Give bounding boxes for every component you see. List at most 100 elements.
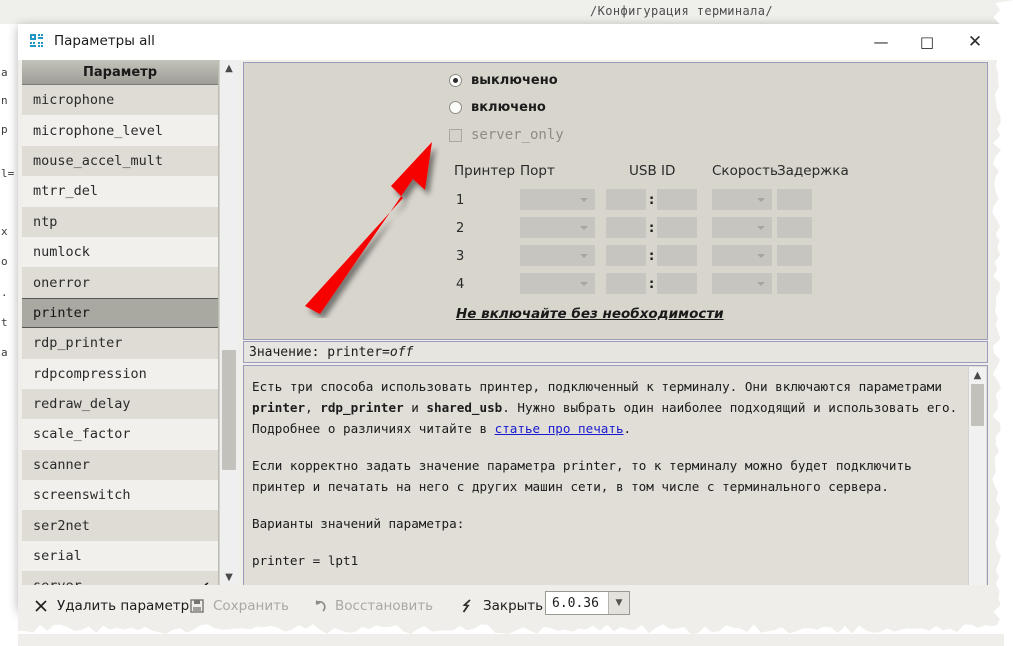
printer-speed-select[interactable] [712, 189, 772, 210]
value-prefix: Значение: printer= [249, 345, 390, 360]
printer-speed-select[interactable] [712, 273, 772, 294]
parameter-list-item-label: microphone_level [33, 123, 163, 139]
chevron-down-icon[interactable]: ▼ [220, 569, 238, 585]
delete-parameter-button[interactable]: Удалить параметр [32, 595, 189, 617]
exit-arrow-icon [458, 597, 476, 615]
close-button[interactable]: Закрыть [458, 595, 543, 617]
desc-p1-b2: , [305, 400, 320, 415]
dialog-titlebar[interactable]: Параметры all — □ ✕ [18, 24, 1004, 61]
parameter-list-item-label: onerror [33, 275, 90, 291]
parameter-list-item[interactable]: rdpcompression [22, 359, 218, 389]
background-window-title: /Конфигурация терминала/ [590, 4, 773, 18]
table-header-port: Порт [520, 163, 555, 179]
parameter-list-item-label: numlock [33, 244, 90, 260]
usb-vendor-input[interactable] [606, 245, 646, 266]
usb-product-input[interactable] [657, 189, 697, 210]
printer-delay-input[interactable] [777, 217, 812, 238]
radio-icon-off[interactable] [449, 74, 462, 87]
usb-id-separator: : [649, 249, 654, 264]
parameter-list-header: Параметр [22, 60, 218, 85]
parameter-list-item[interactable]: redraw_delay [22, 389, 218, 419]
parameter-list-item[interactable]: microphone_level [22, 115, 218, 145]
parameter-list-item-label: rdp_printer [33, 335, 122, 351]
parameter-list-item[interactable]: printer [22, 298, 218, 328]
scrollbar-thumb[interactable] [971, 384, 984, 426]
parameter-list-item[interactable]: ser2net [22, 510, 218, 540]
description-scrollbar[interactable]: ▲ ▼ [968, 367, 986, 602]
warning-link[interactable]: Не включайте без необходимости [456, 306, 724, 322]
description-paragraph-4: printer = lpt1 [252, 550, 964, 571]
scrollbar-thumb[interactable] [222, 350, 236, 470]
desc-p1-a: Есть три способа использовать принтер, п… [252, 379, 942, 394]
chevron-up-icon[interactable]: ▲ [220, 60, 238, 76]
parameter-list-item[interactable]: serial [22, 541, 218, 571]
printer-port-select[interactable] [520, 273, 595, 294]
parameter-list-item-label: redraw_delay [33, 396, 131, 412]
description-box: Есть три способа использовать принтер, п… [243, 365, 988, 602]
usb-product-input[interactable] [657, 273, 697, 294]
dialog-title: Параметры all [54, 33, 155, 49]
desc-p1-b3: rdp_printer [320, 400, 403, 415]
restore-label: Восстановить [335, 598, 433, 614]
restore-button[interactable]: Восстановить [310, 595, 433, 617]
table-header-usbid: USB ID [629, 163, 675, 179]
printer-port-select[interactable] [520, 245, 595, 266]
parameter-list-item[interactable]: onerror [22, 267, 218, 297]
radio-label-on: включено [471, 100, 546, 115]
parameter-list-item[interactable]: rdp_printer [22, 328, 218, 358]
printer-port-select[interactable] [520, 217, 595, 238]
printer-delay-input[interactable] [777, 245, 812, 266]
maximize-button[interactable]: □ [904, 24, 950, 60]
value-current: off [390, 345, 413, 360]
radio-icon-on[interactable] [449, 101, 462, 114]
minimize-button[interactable]: — [858, 24, 904, 60]
parameter-list-item-label: serial [33, 548, 82, 564]
version-select[interactable]: 6.0.36 ▼ [545, 591, 630, 615]
parameter-list-item[interactable]: mouse_accel_mult [22, 146, 218, 176]
bg-text-fragment: x [1, 225, 8, 238]
print-article-link[interactable]: статье про печать [495, 421, 624, 436]
bg-text-fragment: . [1, 286, 8, 299]
save-button[interactable]: Сохранить [188, 595, 289, 617]
description-paragraph-1: Есть три способа использовать принтер, п… [252, 376, 964, 439]
parameter-list-item[interactable]: screenswitch [22, 480, 218, 510]
printer-port-select[interactable] [520, 189, 595, 210]
parameter-detail-pane: выключено включено server_only Принтер П… [239, 60, 1004, 610]
chevron-up-icon[interactable]: ▲ [969, 367, 986, 383]
parameter-list-pane: Параметр microphone microphone_levelmouse… [22, 60, 219, 585]
usb-product-input[interactable] [657, 217, 697, 238]
version-value: 6.0.36 [546, 596, 608, 611]
parameter-list-item[interactable]: server✔ [22, 571, 218, 585]
checkbox-server-only[interactable]: server_only [449, 127, 564, 143]
usb-vendor-input[interactable] [606, 273, 646, 294]
radio-option-on[interactable]: включено [449, 100, 546, 115]
bottom-toolbar: Удалить параметр Сохранить [18, 585, 1004, 646]
printer-speed-select[interactable] [712, 217, 772, 238]
current-value-bar: Значение: printer=off [243, 341, 988, 363]
radio-option-off[interactable]: выключено [449, 73, 558, 88]
printer-speed-select[interactable] [712, 245, 772, 266]
bg-text-fragment: l= [1, 167, 14, 180]
floppy-disk-icon [188, 597, 206, 615]
parameter-list-item[interactable]: numlock [22, 237, 218, 267]
printer-delay-input[interactable] [777, 273, 812, 294]
parameter-list-item[interactable]: mtrr_del [22, 176, 218, 206]
parameters-dialog: Параметры all — □ ✕ Параметр microphone m… [18, 24, 1004, 610]
bg-text-fragment: a [1, 66, 8, 79]
usb-product-input[interactable] [657, 245, 697, 266]
parameter-list-scrollbar[interactable]: ▲ ▼ [219, 60, 238, 585]
parameter-list-item[interactable]: scale_factor [22, 419, 218, 449]
close-window-button[interactable]: ✕ [952, 24, 998, 60]
bg-text-fragment: p [1, 123, 8, 136]
parameter-list-item[interactable]: scanner [22, 450, 218, 480]
usb-vendor-input[interactable] [606, 217, 646, 238]
printer-options-box: выключено включено server_only Принтер П… [243, 62, 988, 340]
parameter-list-item[interactable]: ntp [22, 207, 218, 237]
chevron-down-icon[interactable]: ▼ [608, 592, 629, 614]
parameter-list-item[interactable]: microphone [22, 85, 218, 115]
checkbox-icon-server-only[interactable] [449, 129, 462, 142]
printer-delay-input[interactable] [777, 189, 812, 210]
printer-row-number: 1 [456, 193, 464, 208]
usb-id-separator: : [649, 277, 654, 292]
usb-vendor-input[interactable] [606, 189, 646, 210]
